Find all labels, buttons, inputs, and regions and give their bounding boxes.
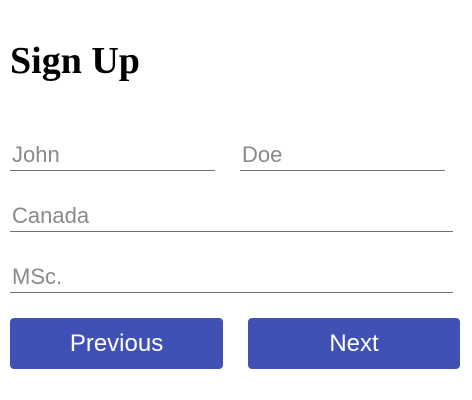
page-title: Sign Up [10,40,140,82]
first-name-field-wrapper [10,140,215,171]
last-name-field-wrapper [240,140,445,171]
previous-button[interactable]: Previous [10,318,223,369]
first-name-input[interactable] [10,140,215,170]
next-button[interactable]: Next [248,318,460,369]
last-name-input[interactable] [240,140,445,170]
country-input[interactable] [10,201,453,231]
country-field-wrapper [10,201,453,232]
degree-field-wrapper [10,262,453,293]
degree-input[interactable] [10,262,453,292]
